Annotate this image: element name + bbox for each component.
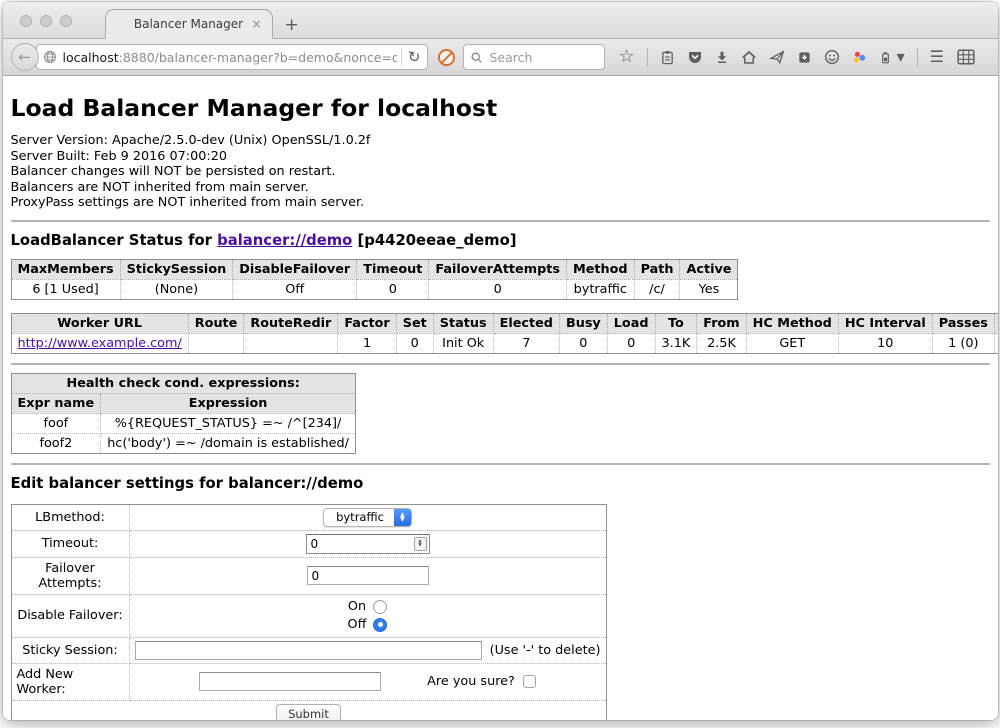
toolbar-icons: ☆	[619, 48, 998, 67]
health-check-table: Health check cond. expressions: Expr nam…	[11, 373, 356, 454]
edit-settings-form: LBmethod: bytraffic ▲▼ Timeout: 0 ▲▼	[11, 504, 607, 720]
add-worker-input[interactable]	[199, 672, 381, 691]
form-row-submit: Submit	[11, 700, 606, 720]
balancer-params-table: MaxMembers StickySession DisableFailover…	[11, 259, 739, 300]
form-row-disable-failover: Disable Failover: On Off	[11, 594, 606, 637]
note-proxypass: ProxyPass settings are NOT inherited fro…	[11, 195, 990, 211]
balancer-demo-link[interactable]: balancer://demo	[217, 232, 352, 249]
feedback-smiley-icon[interactable]	[824, 49, 840, 65]
send-tab-icon[interactable]	[769, 49, 785, 65]
disable-failover-label: Disable Failover:	[11, 594, 129, 637]
table-row: foof %{REQUEST_STATUS} =~ /^[234]/	[11, 413, 355, 433]
tab-title: Balancer Manager	[134, 17, 243, 31]
table-header-row: Worker URL Route RouteRedir Factor Set S…	[11, 313, 998, 333]
server-info: Server Version: Apache/2.5.0-dev (Unix) …	[11, 133, 990, 211]
worker-row: http://www.example.com/ 1 0 Init Ok 7 0 …	[11, 333, 998, 353]
confirm-label: Are you sure?	[427, 674, 515, 689]
spinner-icon[interactable]: ▲▼	[414, 537, 427, 551]
table-header-row: MaxMembers StickySession DisableFailover…	[11, 259, 738, 279]
confirm-checkbox[interactable]	[523, 675, 536, 688]
window-zoom-button[interactable]	[60, 15, 72, 27]
server-version: Server Version: Apache/2.5.0-dev (Unix) …	[11, 133, 990, 149]
search-input[interactable]	[488, 49, 598, 66]
form-row-timeout: Timeout: 0 ▲▼	[11, 530, 606, 557]
reload-icon[interactable]: ↻	[406, 50, 423, 65]
home-icon[interactable]	[741, 49, 757, 65]
battery-icon[interactable]	[879, 50, 892, 65]
workers-table: Worker URL Route RouteRedir Factor Set S…	[11, 313, 998, 354]
server-built: Server Built: Feb 9 2016 07:00:20	[11, 149, 990, 165]
lbmethod-select[interactable]: bytraffic ▲▼	[323, 508, 412, 527]
divider	[11, 363, 990, 365]
url-text[interactable]: localhost:8880/balancer-manager?b=demo&n…	[63, 50, 397, 65]
new-tab-button[interactable]: +	[285, 17, 299, 34]
page-content: Load Balancer Manager for localhost Serv…	[3, 76, 998, 720]
add-worker-label: Add New Worker:	[11, 663, 129, 700]
form-row-add-worker: Add New Worker: Are you sure?	[11, 663, 606, 700]
lbmethod-label: LBmethod:	[11, 504, 129, 530]
save-to-device-icon[interactable]	[797, 50, 812, 65]
timeout-input[interactable]: 0 ▲▼	[306, 534, 430, 554]
window-controls[interactable]	[20, 15, 72, 27]
window-minimize-button[interactable]	[40, 15, 52, 27]
divider	[11, 220, 990, 222]
window-close-button[interactable]	[20, 15, 32, 27]
sticky-session-note: (Use '-' to delete)	[490, 643, 601, 658]
sidebar-grid-icon[interactable]	[957, 48, 975, 66]
failover-attempts-input[interactable]: 0	[307, 566, 429, 585]
select-stepper-icon: ▲▼	[394, 508, 411, 527]
submit-button[interactable]: Submit	[276, 704, 341, 720]
downloads-icon[interactable]	[715, 50, 729, 64]
sticky-session-label: Sticky Session:	[11, 637, 129, 663]
table-row: 6 [1 Used] (None) Off 0 0 bytraffic /c/ …	[11, 279, 738, 299]
pocket-icon[interactable]	[687, 49, 703, 65]
form-row-sticky-session: Sticky Session: (Use '-' to delete)	[11, 637, 606, 663]
form-row-lbmethod: LBmethod: bytraffic ▲▼	[11, 504, 606, 530]
colored-dots-icon[interactable]	[852, 50, 867, 65]
radio-off-label: Off	[348, 616, 367, 634]
disable-failover-on-radio[interactable]	[373, 600, 387, 614]
reading-list-icon[interactable]	[660, 50, 675, 65]
edit-settings-heading: Edit balancer settings for balancer://de…	[11, 475, 990, 492]
browser-window: Balancer Manager × + ← localhost:8880/ba…	[3, 2, 998, 720]
radio-on-label: On	[348, 598, 366, 616]
chevron-down-icon[interactable]: ▾	[897, 49, 905, 65]
sticky-session-input[interactable]	[135, 641, 482, 660]
timeout-label: Timeout:	[11, 530, 129, 557]
menu-icon[interactable]: ☰	[930, 49, 945, 65]
table-title-row: Health check cond. expressions:	[11, 373, 355, 393]
form-row-failover-attempts: Failover Attempts: 0	[11, 557, 606, 594]
globe-icon	[43, 50, 57, 64]
divider	[11, 463, 990, 465]
search-bar[interactable]	[463, 44, 605, 70]
url-bar[interactable]: localhost:8880/balancer-manager?b=demo&n…	[36, 44, 428, 70]
bookmark-star-icon[interactable]: ☆	[619, 49, 635, 65]
worker-url-link[interactable]: http://www.example.com/	[18, 336, 182, 351]
content-blocked-icon[interactable]	[438, 49, 455, 66]
disable-failover-off-radio[interactable]	[373, 618, 387, 632]
table-header-row: Expr name Expression	[11, 393, 355, 413]
search-icon	[470, 51, 483, 64]
page-title: Load Balancer Manager for localhost	[11, 94, 990, 122]
tab-balancer-manager[interactable]: Balancer Manager ×	[105, 9, 273, 39]
note-inherit: Balancers are NOT inherited from main se…	[11, 180, 990, 196]
tab-close-icon[interactable]: ×	[251, 17, 261, 31]
navigation-toolbar: ← localhost:8880/balancer-manager?b=demo…	[3, 39, 998, 76]
note-persist: Balancer changes will NOT be persisted o…	[11, 164, 990, 180]
titlebar: Balancer Manager × +	[3, 2, 998, 39]
back-button[interactable]: ←	[11, 43, 39, 71]
table-row: foof2 hc('body') =~ /domain is establish…	[11, 433, 355, 453]
status-heading: LoadBalancer Status for balancer://demo …	[11, 232, 990, 249]
failover-attempts-label: Failover Attempts:	[11, 557, 129, 594]
